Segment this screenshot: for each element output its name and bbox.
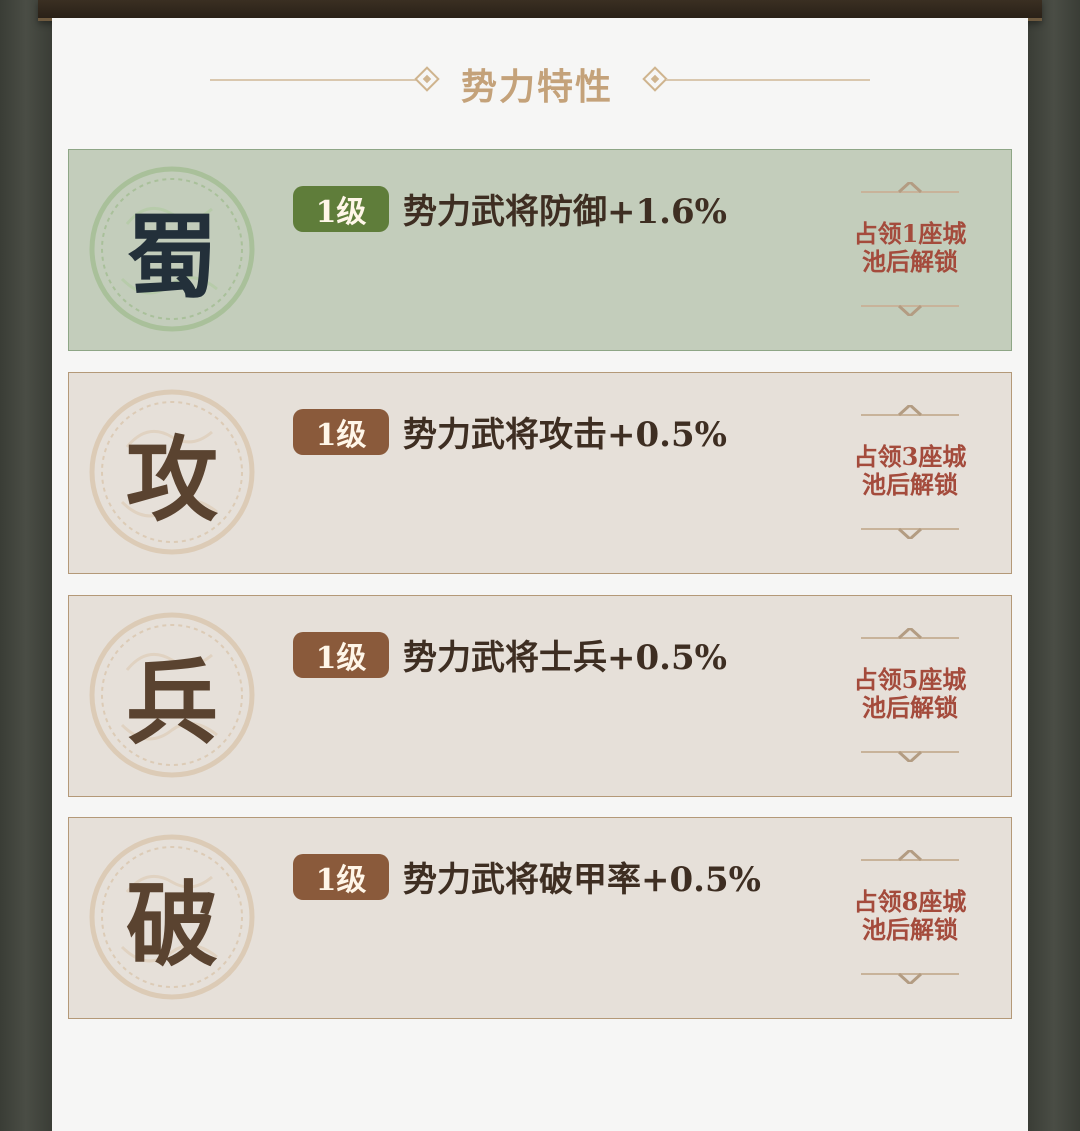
unlock-line-2: 池后解锁 (862, 915, 958, 944)
header-divider-left (210, 79, 420, 81)
unlock-line-2: 池后解锁 (862, 247, 958, 276)
ornament-top-icon (861, 182, 959, 194)
level-badge: 1级 (293, 186, 389, 232)
unlock-text: 占领3座城 池后解锁 (849, 443, 971, 499)
unlock-line-2: 池后解锁 (862, 693, 958, 722)
section-header: 势力特性 (52, 58, 1028, 108)
trait-effect-text: 势力武将防御+1.6% (403, 192, 727, 232)
seal-emblem: 攻 (87, 387, 257, 557)
ornament-top-icon (861, 628, 959, 640)
ornament-bottom-icon (861, 527, 959, 539)
level-badge: 1级 (293, 409, 389, 455)
unlock-condition: 占领5座城 池后解锁 (854, 624, 966, 764)
unlock-text: 占领5座城 池后解锁 (849, 666, 971, 722)
ornament-bottom-icon (861, 304, 959, 316)
unlock-condition: 占领8座城 池后解锁 (854, 846, 966, 986)
ornament-bottom-icon (861, 972, 959, 984)
unlock-line-1: 占领5座城 (853, 665, 967, 694)
ornament-top-icon (861, 850, 959, 862)
unlock-condition: 占领3座城 池后解锁 (854, 401, 966, 541)
trait-card-attack[interactable]: 攻 1级 势力武将攻击+0.5% 占领3座城 池后解锁 (68, 372, 1012, 574)
ornament-top-icon (861, 405, 959, 417)
level-badge: 1级 (293, 632, 389, 678)
seal-character: 攻 (125, 425, 218, 534)
background-left (0, 0, 52, 1131)
unlock-line-1: 占领3座城 (853, 442, 967, 471)
unlock-line-1: 占领1座城 (853, 219, 967, 248)
header-divider-right (666, 79, 870, 81)
unlock-condition: 占领1座城 池后解锁 (854, 178, 966, 318)
seal-emblem: 兵 (87, 610, 257, 780)
seal-character: 破 (125, 870, 218, 979)
unlock-line-2: 池后解锁 (862, 470, 958, 499)
seal-character: 蜀 (125, 202, 218, 311)
diamond-ornament-icon (642, 66, 668, 92)
trait-effect-text: 势力武将攻击+0.5% (403, 415, 727, 455)
section-title: 势力特性 (460, 66, 613, 108)
trait-card-soldiers[interactable]: 兵 1级 势力武将士兵+0.5% 占领5座城 池后解锁 (68, 595, 1012, 797)
seal-emblem: 蜀 (87, 164, 257, 334)
seal-emblem: 破 (87, 832, 257, 1002)
level-badge: 1级 (293, 854, 389, 900)
trait-effect-text: 势力武将士兵+0.5% (403, 638, 727, 678)
faction-traits-panel: 势力特性 蜀 1级 势力武将防御+1.6% 占领1座城 池后解锁 攻 1级 势力… (52, 18, 1028, 1131)
unlock-text: 占领1座城 池后解锁 (849, 220, 971, 276)
ornament-bottom-icon (861, 750, 959, 762)
trait-card-defense[interactable]: 蜀 1级 势力武将防御+1.6% 占领1座城 池后解锁 (68, 149, 1012, 351)
seal-character: 兵 (125, 648, 218, 757)
trait-card-armor-break[interactable]: 破 1级 势力武将破甲率+0.5% 占领8座城 池后解锁 (68, 817, 1012, 1019)
trait-effect-text: 势力武将破甲率+0.5% (403, 860, 761, 900)
unlock-text: 占领8座城 池后解锁 (849, 888, 971, 944)
unlock-line-1: 占领8座城 (853, 887, 967, 916)
background-right (1028, 0, 1080, 1131)
